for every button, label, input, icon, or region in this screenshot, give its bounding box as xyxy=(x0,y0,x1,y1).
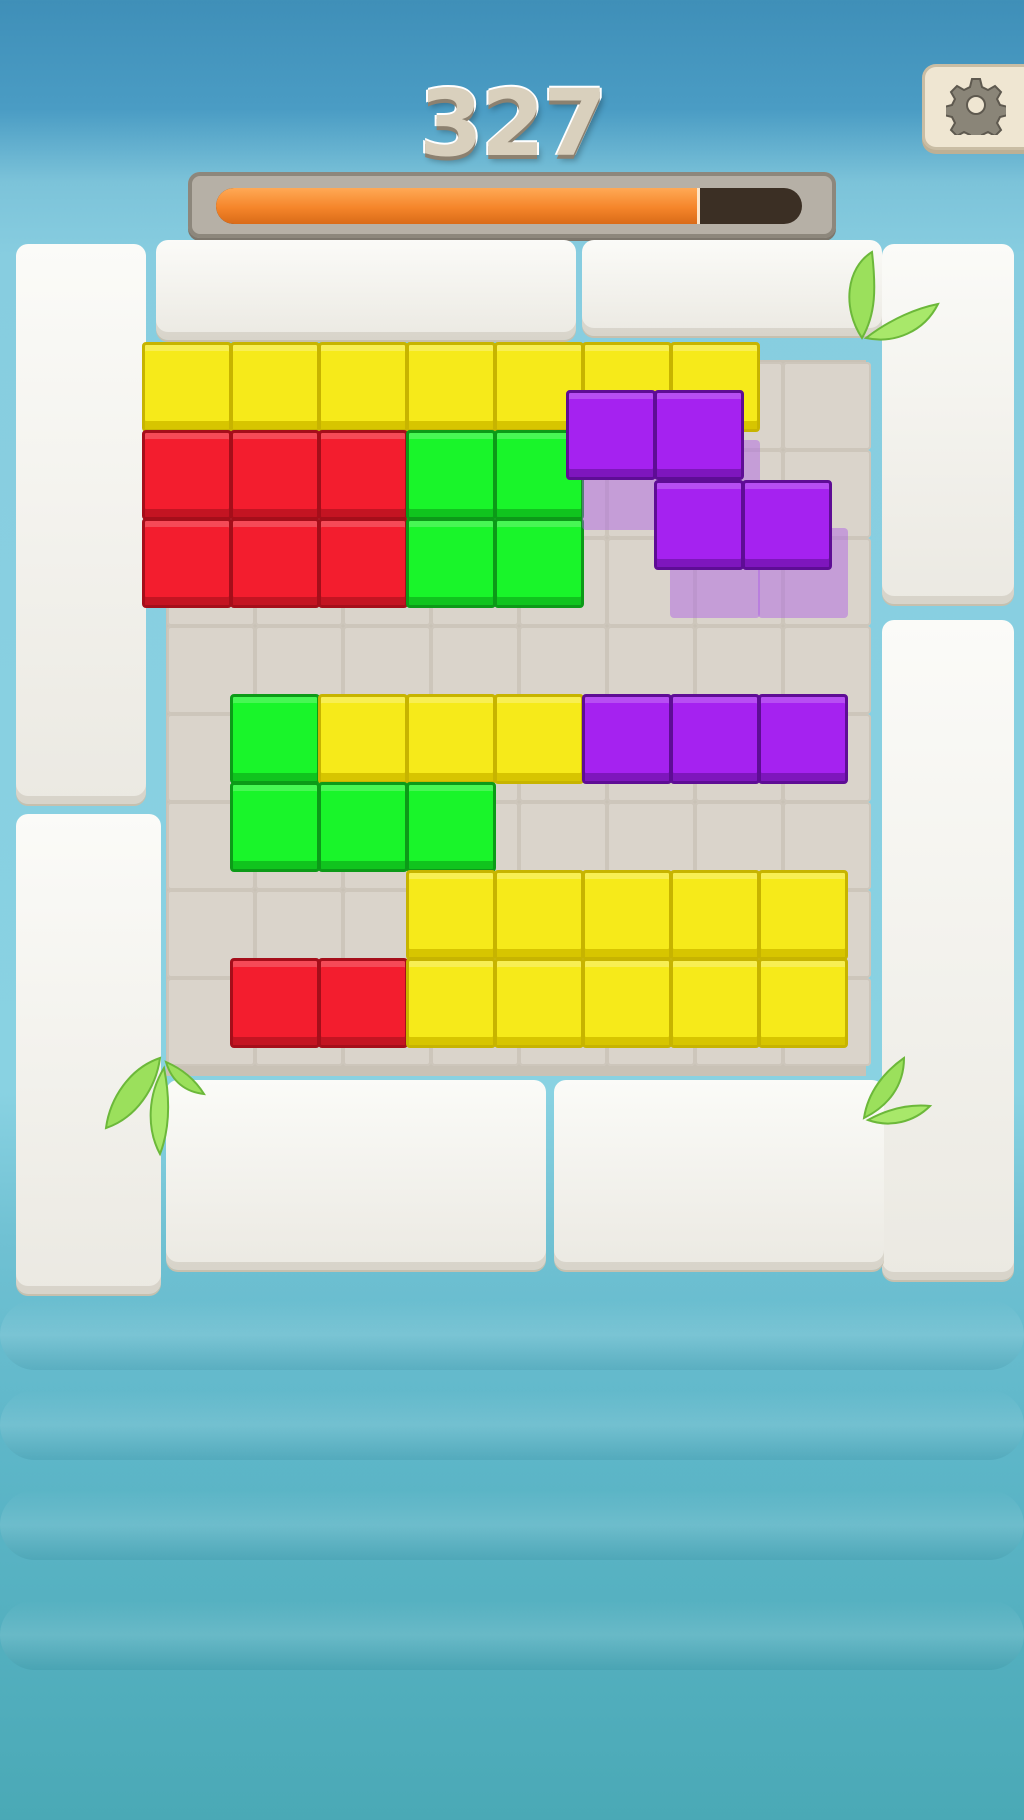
block-purple xyxy=(758,694,848,784)
block-red xyxy=(318,518,408,608)
dragged-piece-block[interactable] xyxy=(742,480,832,570)
stone-slab xyxy=(16,244,146,804)
block-yellow xyxy=(406,870,496,960)
block-red xyxy=(142,518,232,608)
stone-slab xyxy=(166,1080,546,1270)
leaf-decoration xyxy=(100,1038,210,1162)
dragged-piece-block[interactable] xyxy=(654,390,744,480)
block-yellow xyxy=(494,870,584,960)
stone-slab xyxy=(156,240,576,340)
game-board[interactable] xyxy=(142,342,871,1076)
leaf-decoration xyxy=(854,1048,934,1132)
block-yellow xyxy=(758,958,848,1048)
block-yellow xyxy=(318,342,408,432)
progress-bar xyxy=(188,172,836,238)
block-red xyxy=(318,958,408,1048)
water-ripple xyxy=(0,1490,1024,1560)
block-green xyxy=(230,782,320,872)
block-yellow xyxy=(406,958,496,1048)
dragged-piece-block[interactable] xyxy=(566,390,656,480)
progress-track xyxy=(216,188,802,224)
board-cell[interactable] xyxy=(783,362,871,450)
block-yellow xyxy=(670,870,760,960)
gear-icon xyxy=(943,75,1009,144)
block-yellow xyxy=(494,958,584,1048)
water-ripple xyxy=(0,1300,1024,1370)
block-purple xyxy=(582,694,672,784)
block-green xyxy=(318,782,408,872)
block-yellow xyxy=(406,694,496,784)
block-yellow xyxy=(582,958,672,1048)
block-green xyxy=(494,518,584,608)
block-green xyxy=(406,430,496,520)
block-red xyxy=(230,430,320,520)
progress-fill xyxy=(216,188,700,224)
block-red xyxy=(142,430,232,520)
score-display: 327 xyxy=(418,70,607,177)
block-green xyxy=(406,782,496,872)
water-ripple xyxy=(0,1600,1024,1670)
leaf-decoration xyxy=(832,248,942,352)
settings-button[interactable] xyxy=(922,64,1024,150)
block-yellow xyxy=(230,342,320,432)
block-yellow xyxy=(406,342,496,432)
block-red xyxy=(230,958,320,1048)
stone-slab xyxy=(882,620,1014,1280)
block-yellow xyxy=(318,694,408,784)
stone-slab xyxy=(554,1080,884,1270)
block-yellow xyxy=(670,958,760,1048)
block-yellow xyxy=(582,870,672,960)
block-red xyxy=(318,430,408,520)
block-yellow xyxy=(494,694,584,784)
block-green xyxy=(230,694,320,784)
block-yellow xyxy=(758,870,848,960)
dragged-piece-block[interactable] xyxy=(654,480,744,570)
block-purple xyxy=(670,694,760,784)
block-green xyxy=(406,518,496,608)
water-ripple xyxy=(0,1390,1024,1460)
block-yellow xyxy=(142,342,232,432)
block-red xyxy=(230,518,320,608)
